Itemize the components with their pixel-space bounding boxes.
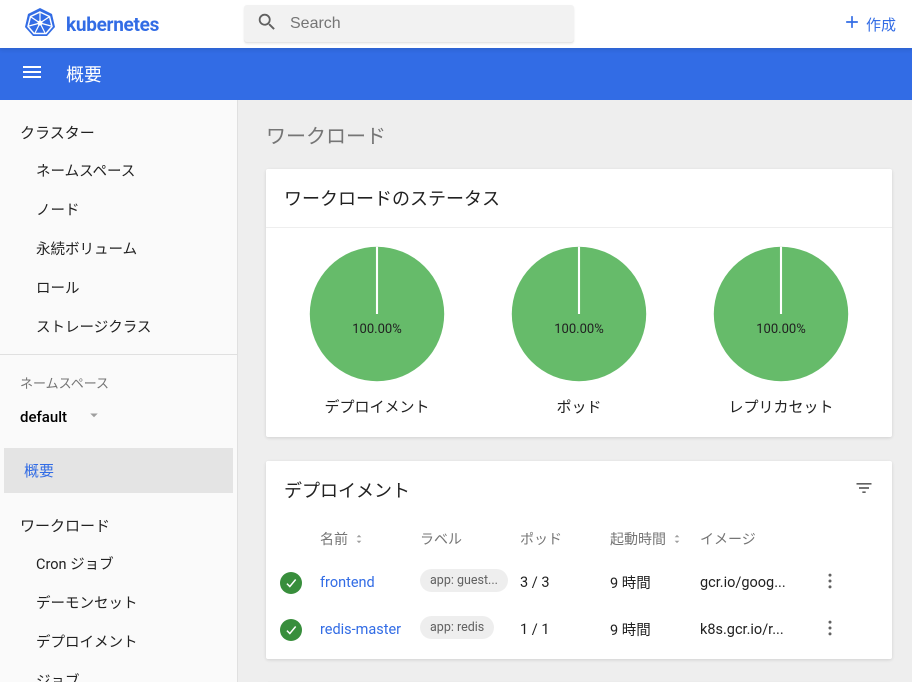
deployments-card: デプロイメント 名前 ラベル ポッド 起動時間 イメージ frontend ap… [266, 461, 892, 659]
cell-age: 9 時間 [610, 572, 700, 593]
cell-age: 9 時間 [610, 619, 700, 640]
sidebar: クラスター ネームスペース ノード 永続ボリューム ロール ストレージクラス ネ… [0, 100, 238, 682]
divider [0, 354, 237, 355]
sort-icon [352, 532, 366, 546]
table-row: frontend app: guest... 3 / 3 9 時間 gcr.io… [266, 559, 892, 606]
menu-icon[interactable] [20, 60, 44, 88]
search-icon [256, 11, 278, 37]
label-chip: app: redis [420, 616, 494, 639]
deployment-link[interactable]: redis-master [320, 621, 420, 638]
donut-percent: 100.00% [711, 322, 851, 337]
filter-icon[interactable] [854, 478, 874, 503]
status-caption: デプロイメント [324, 396, 429, 417]
page-title: 概要 [66, 61, 102, 87]
search-input[interactable] [290, 15, 562, 33]
topbar: kubernetes 作成 [0, 0, 912, 48]
sidebar-item-roles[interactable]: ロール [0, 268, 237, 307]
namespace-label: ネームスペース [0, 363, 237, 398]
donut-percent: 100.00% [509, 322, 649, 337]
create-label: 作成 [866, 14, 896, 35]
status-ok-icon [280, 619, 320, 641]
sort-icon [670, 532, 684, 546]
deployments-table: 名前 ラベル ポッド 起動時間 イメージ frontend app: guest… [266, 519, 892, 659]
sidebar-item-pv[interactable]: 永続ボリューム [0, 229, 237, 268]
sidebar-item-daemonsets[interactable]: デーモンセット [0, 583, 237, 622]
sidebar-item-namespaces[interactable]: ネームスペース [0, 151, 237, 190]
main: ワークロード ワークロードのステータス 100.00% デプロイメント 100.… [238, 100, 912, 682]
col-label[interactable]: ラベル [420, 529, 520, 549]
sidebar-section-workloads[interactable]: ワークロード [0, 505, 237, 544]
namespace-select[interactable]: default [0, 398, 237, 442]
status-deployments: 100.00% デプロイメント [307, 244, 447, 417]
sidebar-item-cronjobs[interactable]: Cron ジョブ [0, 544, 237, 583]
more-icon[interactable] [820, 618, 860, 642]
donut-chart: 100.00% [509, 244, 649, 384]
status-caption: レプリカセット [728, 396, 833, 417]
table-header: 名前 ラベル ポッド 起動時間 イメージ [266, 519, 892, 559]
chevron-down-icon [85, 406, 103, 428]
col-age[interactable]: 起動時間 [610, 529, 700, 549]
col-image[interactable]: イメージ [700, 529, 820, 549]
sidebar-item-overview[interactable]: 概要 [4, 448, 233, 493]
cell-pods: 3 / 3 [520, 574, 610, 591]
col-name[interactable]: 名前 [320, 529, 420, 549]
col-pods[interactable]: ポッド [520, 529, 610, 549]
cell-image: gcr.io/goog... [700, 574, 820, 591]
status-pods: 100.00% ポッド [509, 244, 649, 417]
cell-pods: 1 / 1 [520, 621, 610, 638]
logo[interactable]: kubernetes [24, 6, 244, 42]
create-button[interactable]: 作成 [842, 12, 896, 36]
donut-percent: 100.00% [307, 322, 447, 337]
sidebar-section-cluster[interactable]: クラスター [0, 112, 237, 151]
status-card-title: ワークロードのステータス [266, 169, 892, 227]
donut-chart: 100.00% [711, 244, 851, 384]
main-title: ワークロード [266, 120, 892, 149]
cell-image: k8s.gcr.io/r... [700, 621, 820, 638]
status-replicasets: 100.00% レプリカセット [711, 244, 851, 417]
sidebar-item-jobs[interactable]: ジョブ [0, 661, 237, 682]
status-ok-icon [280, 572, 320, 594]
kubernetes-icon [24, 6, 56, 42]
plus-icon [842, 12, 866, 36]
status-row: 100.00% デプロイメント 100.00% ポッド 100.00% [266, 228, 892, 437]
namespace-selected: default [20, 408, 67, 426]
more-icon[interactable] [820, 571, 860, 595]
deployment-link[interactable]: frontend [320, 574, 420, 591]
header: 概要 [0, 48, 912, 100]
sidebar-item-nodes[interactable]: ノード [0, 190, 237, 229]
table-row: redis-master app: redis 1 / 1 9 時間 k8s.g… [266, 606, 892, 653]
search-box[interactable] [244, 5, 574, 43]
status-caption: ポッド [556, 396, 601, 417]
sidebar-item-deployments[interactable]: デプロイメント [0, 622, 237, 661]
donut-chart: 100.00% [307, 244, 447, 384]
brand-text: kubernetes [66, 13, 159, 36]
label-chip: app: guest... [420, 569, 508, 592]
deployments-card-title: デプロイメント [284, 477, 410, 503]
sidebar-item-storageclass[interactable]: ストレージクラス [0, 307, 237, 346]
status-card: ワークロードのステータス 100.00% デプロイメント 100.00% ポッド [266, 169, 892, 437]
